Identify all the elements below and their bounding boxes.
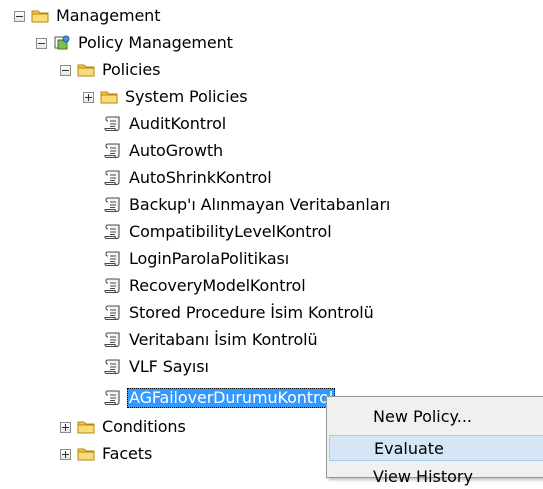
tree-node-policies[interactable]: Policies	[60, 58, 162, 82]
collapse-toggle-icon[interactable]	[14, 10, 25, 22]
context-menu: New Policy... Evaluate View History	[326, 396, 543, 486]
tree-node-policy[interactable]: LoginParolaPolitikası	[104, 247, 291, 271]
tree-node-label: Facets	[102, 444, 153, 463]
tree-node-policy[interactable]: Veritabanı İsim Kontrolü	[104, 328, 320, 352]
policy-scroll-icon	[104, 197, 122, 213]
policy-scroll-icon	[104, 224, 122, 240]
tree-node-conditions[interactable]: Conditions	[60, 415, 188, 439]
tree-node-policy[interactable]: RecoveryModelKontrol	[104, 274, 308, 298]
tree-node-facets[interactable]: Facets	[60, 442, 154, 466]
expand-toggle-icon[interactable]	[83, 91, 94, 103]
tree-node-policy[interactable]: AutoGrowth	[104, 139, 225, 163]
policy-scroll-icon	[104, 359, 122, 375]
tree-node-policy[interactable]: AuditKontrol	[104, 112, 228, 136]
collapse-toggle-icon[interactable]	[36, 37, 47, 49]
tree-node-label: Stored Procedure İsim Kontrolü	[129, 303, 374, 322]
tree-node-label: Management	[56, 6, 161, 25]
expand-toggle-icon[interactable]	[60, 448, 71, 460]
tree-node-label: Conditions	[102, 417, 186, 436]
expand-toggle-icon[interactable]	[60, 421, 71, 433]
tree-node-label: VLF Sayısı	[129, 357, 209, 376]
tree-node-label: Backup'ı Alınmayan Veritabanları	[129, 195, 391, 214]
tree-node-label: AutoGrowth	[129, 141, 224, 160]
policy-scroll-icon	[104, 116, 122, 132]
folder-icon	[77, 446, 95, 462]
tree-node-policy-selected[interactable]: AGFailoverDurumuKontrol	[104, 386, 336, 410]
policy-scroll-icon	[104, 390, 122, 406]
tree-node-label: Policy Management	[78, 33, 233, 52]
folder-icon	[77, 419, 95, 435]
tree-node-label: AGFailoverDurumuKontrol	[127, 388, 336, 408]
tree-node-policy[interactable]: Backup'ı Alınmayan Veritabanları	[104, 193, 392, 217]
policy-scroll-icon	[104, 278, 122, 294]
tree-node-label: LoginParolaPolitikası	[129, 249, 290, 268]
tree-node-management[interactable]: Management	[14, 4, 162, 28]
tree-node-policy[interactable]: VLF Sayısı	[104, 355, 211, 379]
folder-icon	[77, 62, 95, 78]
tree-node-label: Policies	[102, 60, 161, 79]
tree-node-label: Veritabanı İsim Kontrolü	[129, 330, 318, 349]
tree-node-policy[interactable]: Stored Procedure İsim Kontrolü	[104, 301, 376, 325]
tree-node-system-policies[interactable]: System Policies	[83, 85, 249, 109]
tree-node-label: AuditKontrol	[129, 114, 227, 133]
menu-item-view-history[interactable]: View History	[329, 463, 543, 489]
tree-node-label: CompatibilityLevelKontrol	[129, 222, 332, 241]
policy-scroll-icon	[104, 170, 122, 186]
menu-item-new-policy[interactable]: New Policy...	[329, 403, 543, 429]
tree-node-label: RecoveryModelKontrol	[129, 276, 306, 295]
tree-node-policy[interactable]: AutoShrinkKontrol	[104, 166, 274, 190]
policy-management-icon	[53, 35, 71, 51]
tree-node-policy[interactable]: CompatibilityLevelKontrol	[104, 220, 334, 244]
menu-item-evaluate[interactable]: Evaluate	[329, 435, 543, 461]
tree-node-policy-management[interactable]: Policy Management	[36, 31, 235, 55]
policy-scroll-icon	[104, 251, 122, 267]
policy-scroll-icon	[104, 332, 122, 348]
folder-icon	[31, 8, 49, 24]
collapse-toggle-icon[interactable]	[60, 64, 71, 76]
tree-node-label: System Policies	[125, 87, 248, 106]
policy-scroll-icon	[104, 143, 122, 159]
tree-node-label: AutoShrinkKontrol	[129, 168, 272, 187]
folder-icon	[100, 89, 118, 105]
policy-scroll-icon	[104, 305, 122, 321]
